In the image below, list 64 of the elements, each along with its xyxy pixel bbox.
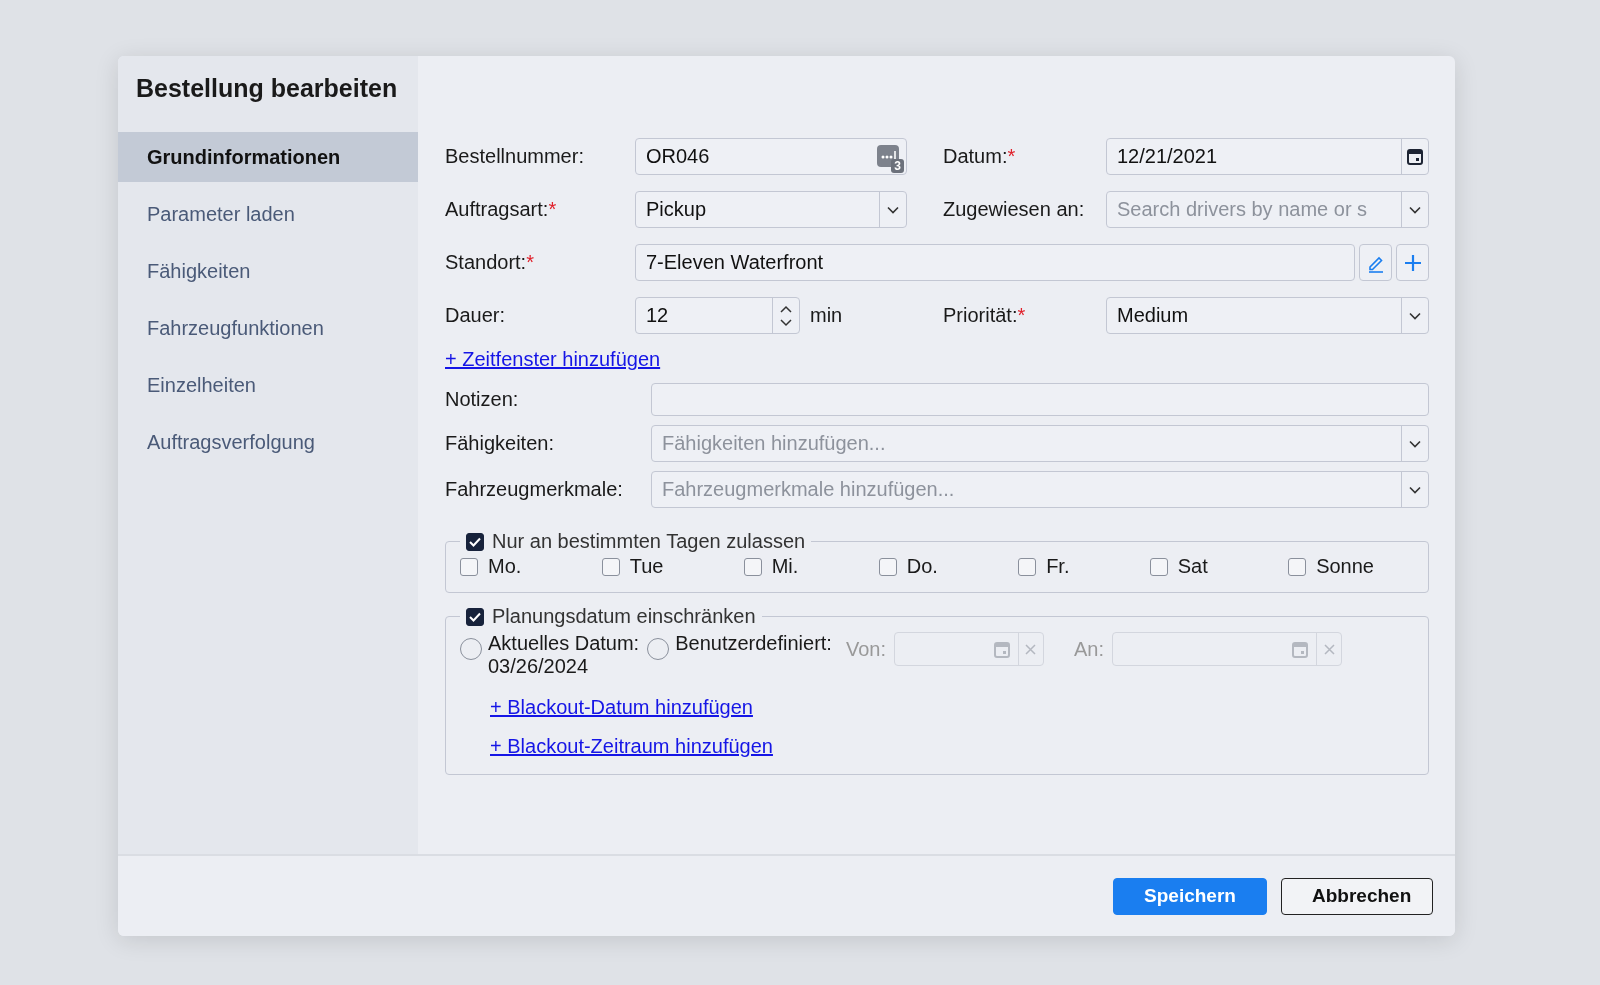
day-label: Fr. xyxy=(1046,555,1070,578)
chevron-down-icon xyxy=(1409,205,1421,214)
checkbox[interactable] xyxy=(601,557,620,576)
unit-label: min xyxy=(810,304,843,327)
checkbox[interactable] xyxy=(1149,557,1168,576)
field-label: Zugewiesen an: xyxy=(943,198,1086,221)
checkbox[interactable] xyxy=(466,532,484,551)
checkbox[interactable] xyxy=(460,557,478,576)
day-label: Tue xyxy=(629,555,664,578)
checkbox[interactable] xyxy=(466,607,484,626)
notes-field[interactable] xyxy=(651,383,1429,416)
duration-field[interactable]: 12 xyxy=(635,297,800,334)
plus-icon xyxy=(1403,253,1422,272)
field-label: Bestellnummer: xyxy=(445,145,585,168)
location-field[interactable]: 7-Eleven Waterfront xyxy=(635,244,1355,281)
cancel-button[interactable]: Abbrechen xyxy=(1281,877,1433,915)
date-field[interactable]: 12/21/2021 xyxy=(1106,138,1429,175)
order-type-select[interactable]: Pickup xyxy=(635,191,907,228)
sidebar-item[interactable]: Parameter laden xyxy=(118,186,418,243)
dialog-title: Bestellung bearbeiten xyxy=(135,73,399,104)
field-label: Priorität:* xyxy=(943,304,1027,327)
blackout-link[interactable]: + Blackout-Datum hinzufügen xyxy=(490,696,753,718)
field-label: Notizen: xyxy=(445,388,520,411)
calendar-icon xyxy=(994,640,1010,658)
sidebar-item[interactable]: Auftragsverfolgung xyxy=(118,414,418,471)
priority-select[interactable]: Medium xyxy=(1106,297,1429,334)
save-button[interactable]: Speichern xyxy=(1113,877,1267,915)
field-label: An: xyxy=(1074,637,1104,661)
sidebar-item[interactable]: Einzelheiten xyxy=(118,357,418,414)
edit-button[interactable] xyxy=(1359,244,1392,281)
day-label: Mi. xyxy=(771,555,799,578)
day-label: Mo. xyxy=(488,555,522,578)
checkbox[interactable] xyxy=(743,557,762,576)
group-label: Nur an bestimmten Tagen zulassen xyxy=(492,530,806,553)
group-label: Planungsdatum einschränken xyxy=(492,605,756,628)
field-label: Standort:* xyxy=(445,251,535,274)
add-time-window-link[interactable]: + Zeitfenster hinzufügen xyxy=(445,348,661,370)
chevron-down-icon xyxy=(1409,439,1421,448)
day-label: Do. xyxy=(906,555,938,578)
field-label: Fahrzeugmerkmale: xyxy=(445,478,624,501)
sidebar-item[interactable]: Fahrzeugfunktionen xyxy=(118,300,418,357)
blackout-link[interactable]: + Blackout-Zeitraum hinzufügen xyxy=(490,735,773,757)
field-label: Auftragsart:* xyxy=(445,198,558,221)
checkbox[interactable] xyxy=(1288,557,1307,576)
calendar-icon xyxy=(1292,640,1308,658)
option-label: Benutzerdefiniert: xyxy=(675,632,832,655)
spinner-icon[interactable] xyxy=(780,304,792,327)
order-number-field[interactable]: OR046 3 xyxy=(635,138,907,175)
checkbox[interactable] xyxy=(878,557,897,576)
day-label: Sat xyxy=(1177,555,1208,578)
checkbox[interactable] xyxy=(1018,557,1037,576)
day-label: Sonne xyxy=(1316,555,1374,578)
chevron-down-icon xyxy=(887,205,899,214)
chevron-down-icon xyxy=(1409,485,1421,494)
calendar-icon xyxy=(1407,148,1423,165)
chevron-down-icon xyxy=(1409,311,1421,320)
field-label: Dauer: xyxy=(445,304,507,327)
field-label: Von: xyxy=(845,637,886,661)
sidebar-item[interactable]: Fähigkeiten xyxy=(118,243,418,300)
option-label: Aktuelles Datum: 03/26/2024 xyxy=(488,632,640,678)
field-label: Fähigkeiten: xyxy=(445,432,555,455)
sidebar-item[interactable]: Grundinformationen xyxy=(118,132,418,182)
field-label: Datum:* xyxy=(943,145,1017,168)
add-button[interactable] xyxy=(1396,244,1429,281)
